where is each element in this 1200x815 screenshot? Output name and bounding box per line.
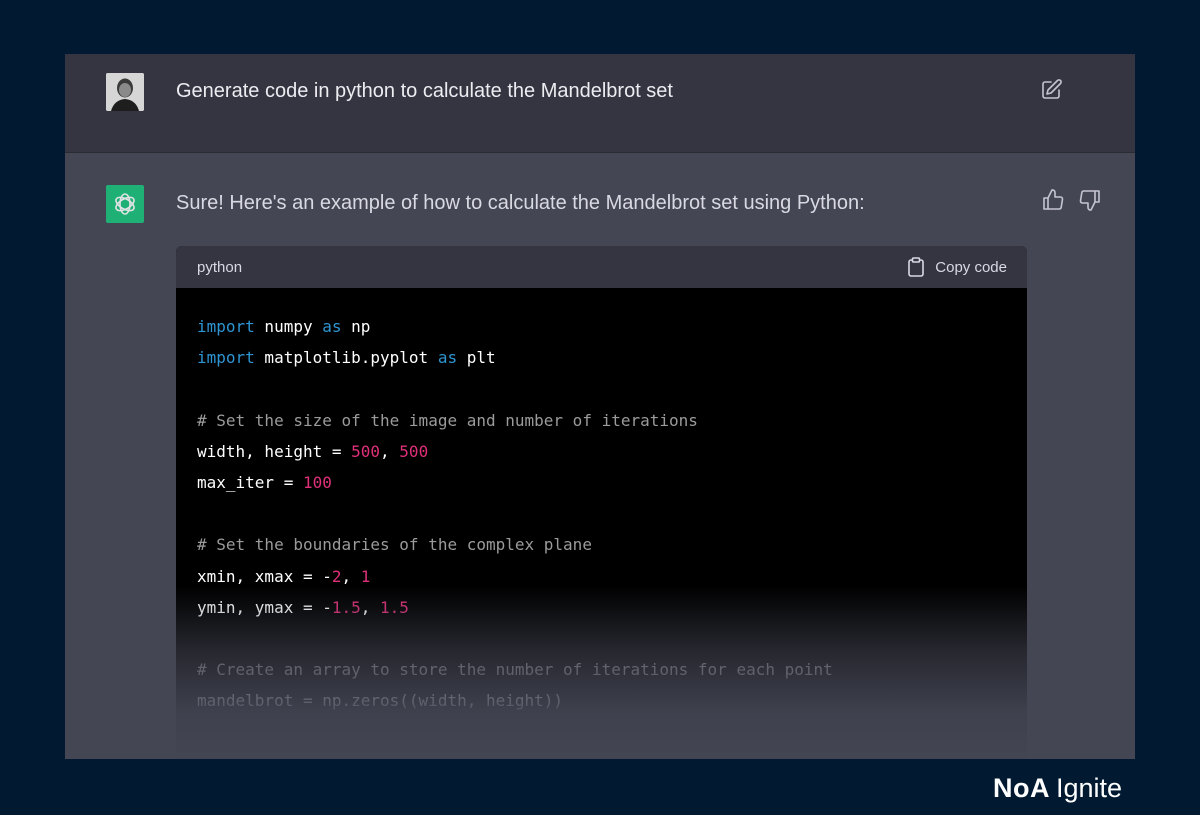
code-token: , — [380, 441, 400, 461]
code-token: numpy — [254, 317, 323, 336]
openai-logo-icon — [106, 185, 144, 223]
code-line: mandelbrot = np.zeros((width, height)) — [197, 685, 1006, 716]
code-block: python Copy code import numpy as np impor… — [176, 246, 1027, 759]
code-token: 1 — [360, 566, 371, 586]
code-token: 1.5 — [380, 597, 409, 617]
code-token: , — [341, 566, 361, 586]
code-token: 2 — [331, 566, 342, 586]
thumbs-up-icon[interactable] — [1041, 188, 1065, 212]
code-block-header: python Copy code — [176, 246, 1027, 288]
code-token: import — [197, 317, 255, 336]
brand-name: NoA — [993, 773, 1050, 803]
noa-ignite-logo: NoA Ignite — [993, 771, 1122, 805]
code-token: 500 — [351, 441, 381, 461]
code-token: as — [322, 317, 342, 336]
code-line: width, height = 500, 500 — [197, 436, 1006, 467]
code-token: xmin, xmax = - — [197, 566, 332, 586]
code-token: # Set the size of the image and number o… — [197, 410, 698, 430]
copy-code-button[interactable]: Copy code — [907, 257, 1007, 277]
assistant-message-row: Sure! Here's an example of how to calcul… — [65, 153, 1135, 759]
chat-window: Generate code in python to calculate the… — [65, 54, 1135, 759]
code-line: ymin, ymax = -1.5, 1.5 — [197, 592, 1006, 623]
code-token: np — [341, 317, 371, 336]
user-message-text: Generate code in python to calculate the… — [176, 80, 673, 102]
code-line: # Create an array to store the number of… — [197, 654, 1006, 685]
copy-code-label: Copy code — [935, 258, 1007, 276]
code-token: width, height = — [197, 441, 352, 461]
code-token: plt — [457, 348, 496, 368]
code-line: import numpy as np — [197, 311, 1006, 342]
user-avatar — [106, 73, 144, 111]
code-language-label: python — [197, 259, 243, 276]
code-token: # Create an array to store the number of… — [197, 660, 833, 680]
code-line: import matplotlib.pyplot as plt — [197, 342, 1006, 373]
user-avatar-image — [106, 73, 144, 111]
clipboard-icon — [908, 257, 925, 277]
thumbs-down-icon[interactable] — [1078, 188, 1102, 212]
code-token: 500 — [399, 441, 429, 461]
code-token: , — [360, 597, 381, 617]
code-body[interactable]: import numpy as np import matplotlib.pypl… — [176, 288, 1027, 739]
code-token: import — [197, 348, 255, 368]
code-line: # Set the size of the image and number o… — [197, 405, 1006, 436]
code-line: # Set the boundaries of the complex plan… — [197, 529, 1006, 560]
code-token: 1.5 — [331, 597, 361, 617]
user-message-row: Generate code in python to calculate the… — [65, 54, 1135, 153]
code-token: 100 — [302, 472, 332, 492]
code-token: ymin, ymax = - — [197, 597, 332, 617]
assistant-message-text: Sure! Here's an example of how to calcul… — [176, 192, 865, 214]
code-token: # Set the boundaries of the complex plan… — [197, 535, 592, 555]
brand-suffix: Ignite — [1056, 773, 1123, 803]
code-token: matplotlib.pyplot — [254, 348, 438, 368]
edit-icon[interactable] — [1041, 78, 1063, 100]
code-line: max_iter = 100 — [197, 467, 1006, 498]
code-token: as — [437, 348, 458, 368]
code-token: mandelbrot = np.zeros((width, height)) — [197, 691, 564, 711]
code-line: xmin, xmax = -2, 1 — [197, 561, 1006, 592]
code-token: max_iter = — [197, 472, 303, 492]
